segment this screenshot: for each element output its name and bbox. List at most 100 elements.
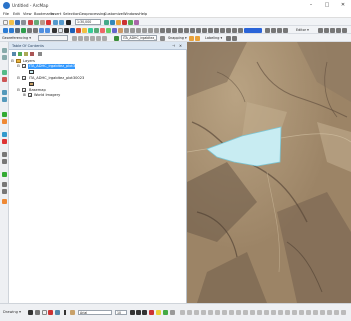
georef-20-icon[interactable] [313,310,318,315]
rotate-data-frame-icon[interactable] [184,27,189,33]
copy-icon[interactable] [34,19,39,25]
catalog-icon[interactable] [116,19,121,25]
labeling-menu[interactable]: Labeling ▾ [205,36,222,40]
layer2-name[interactable]: ITA_ADHC_irgabitez_plot30023 [29,76,84,80]
georef-12-icon[interactable] [257,310,262,315]
hyperlink-icon[interactable] [76,27,81,33]
editor-menu[interactable]: Editor ▾ [296,28,309,32]
layer2-expand-icon[interactable]: ⊟ [17,76,20,80]
open-folder-icon[interactable] [9,19,14,25]
delete-icon[interactable] [46,19,51,25]
georef-11-icon[interactable] [250,310,255,315]
select-elements-icon[interactable] [64,27,69,33]
html-popup-icon[interactable] [94,27,99,33]
view-link-table-icon[interactable] [96,35,101,41]
world-imagery-label[interactable]: World Imagery [34,93,60,97]
scale-bar-icon[interactable] [226,27,231,33]
georef-19-icon[interactable] [306,310,311,315]
toc-options-icon[interactable] [38,52,42,56]
georef-21-icon[interactable] [320,310,325,315]
menu-view[interactable]: View [23,12,32,16]
layer2-visibility-checkbox[interactable] [22,76,26,81]
edit-annotation-icon[interactable] [324,27,329,33]
list-by-visibility-icon[interactable] [24,52,28,56]
georef-6-icon[interactable] [215,310,220,315]
orange-tool-icon[interactable] [2,199,7,204]
search-tab-icon[interactable] [2,55,7,60]
georef-layer-combo[interactable] [38,35,68,41]
georef-9-icon[interactable] [236,310,241,315]
georef-16-icon[interactable] [285,310,290,315]
label-weights-icon[interactable] [232,35,237,41]
georef-2-icon[interactable] [187,310,192,315]
georef-3-icon[interactable] [194,310,199,315]
new-document-icon[interactable] [3,19,8,25]
layer1-symbol-swatch[interactable] [29,70,34,74]
print-icon[interactable] [21,19,26,25]
reshape-tool-icon[interactable] [2,159,7,164]
clip-icon[interactable] [202,27,207,33]
basemap-expand-icon[interactable]: ⊟ [17,88,20,92]
layers-label[interactable]: Layers [23,59,35,63]
data-view-icon[interactable] [166,27,171,33]
bold-icon[interactable] [130,310,135,315]
menu-insert[interactable]: Insert [51,12,61,16]
marker-color-icon[interactable] [170,310,175,315]
effects-icon[interactable] [136,27,141,33]
search-window-icon[interactable] [122,19,127,25]
menu-customize[interactable]: Customize [104,12,123,16]
overview-icon[interactable] [196,27,201,33]
georef-24-icon[interactable] [341,310,346,315]
snapping-menu[interactable]: Snapping ▾ [168,36,187,40]
georef-14-icon[interactable] [271,310,276,315]
arctoolbox-icon[interactable] [128,19,133,25]
redo-icon[interactable] [59,19,64,25]
fill-color-icon[interactable] [156,310,161,315]
georef-23-icon[interactable] [334,310,339,315]
layer1-name[interactable]: ITA_ADHC_irgabitez_plot30 [29,64,77,68]
table-of-contents-icon[interactable] [110,19,115,25]
time-slider-icon[interactable] [106,27,111,33]
minimize-button[interactable]: – [303,0,319,11]
red-tool-icon[interactable] [2,139,7,144]
fixed-zoom-out-icon[interactable] [33,27,38,33]
georef-18-icon[interactable] [299,310,304,315]
measure-icon[interactable] [88,27,93,33]
basemap-group-label[interactable]: Basemap [29,88,46,92]
toc-close-icon[interactable]: ✕ [179,44,182,48]
layer-transparency-icon[interactable] [142,27,147,33]
end-point-arc-icon[interactable] [336,27,341,33]
list-by-drawing-order-icon[interactable] [12,52,16,56]
line-tool-icon[interactable] [2,90,7,95]
flicker-icon[interactable] [130,27,135,33]
world-imagery-expand-icon[interactable]: ⊞ [23,93,26,97]
zoom-in-icon[interactable] [3,27,8,33]
menu-selection[interactable]: Selection [63,12,80,16]
underline-icon[interactable] [142,310,147,315]
georef-1-icon[interactable] [180,310,185,315]
catalog-tab-icon[interactable] [2,48,7,53]
menu-edit[interactable]: Edit [13,12,20,16]
line-color-icon[interactable] [163,310,168,315]
identify-icon[interactable] [70,27,75,33]
layers-expand-icon[interactable]: ⊟ [11,59,14,63]
georef-5-icon[interactable] [208,310,213,315]
save-icon[interactable] [15,19,20,25]
menu-geoprocessing[interactable]: Geoprocessing [79,12,106,16]
georef-15-icon[interactable] [278,310,283,315]
new-text-icon[interactable] [48,310,53,315]
layer-properties-icon[interactable] [160,35,165,41]
find-icon[interactable] [82,27,87,33]
list-by-selection-icon[interactable] [30,52,34,56]
viewer-icon[interactable] [102,35,107,41]
label-manager-icon[interactable] [226,35,231,41]
rotate-element-icon[interactable] [35,310,40,315]
refresh-icon[interactable] [172,27,177,33]
pan-icon[interactable] [15,27,20,33]
snap-end-icon[interactable] [195,35,200,41]
georef-7-icon[interactable] [222,310,227,315]
layer1-expand-icon[interactable]: ⊟ [17,64,20,68]
arcgis-online-icon[interactable] [2,70,7,75]
north-arrow-icon[interactable] [220,27,225,33]
brightness-icon[interactable] [154,27,159,33]
